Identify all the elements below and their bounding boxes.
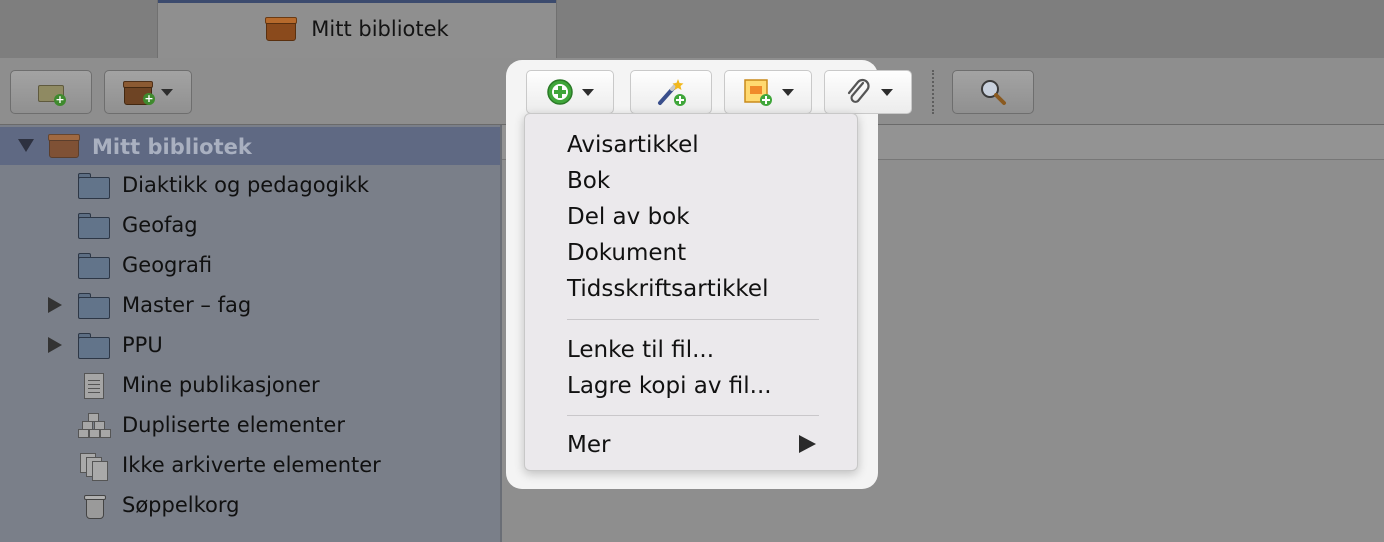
- duplicate-icon: [78, 413, 111, 439]
- paperclip-icon: [847, 78, 870, 103]
- menu-separator: [567, 415, 819, 416]
- sidebar-item-geografi[interactable]: Geografi: [0, 245, 500, 285]
- library-box-icon: [48, 134, 80, 158]
- trash-icon: [78, 493, 110, 519]
- sidebar-item-label: Geografi: [122, 253, 213, 277]
- new-library-button[interactable]: +: [104, 70, 192, 114]
- chevron-down-icon: [582, 88, 594, 96]
- sidebar-item-trash[interactable]: Søppelkorg: [0, 485, 500, 525]
- chevron-down-icon: [881, 88, 893, 96]
- folder-icon: [78, 173, 110, 199]
- new-collection-button[interactable]: +: [10, 70, 92, 114]
- new-item-menu: Avisartikkel Bok Del av bok Dokument Tid…: [524, 113, 858, 471]
- tab-label: Mitt bibliotek: [311, 17, 449, 41]
- disclosure-closed-icon[interactable]: [48, 337, 62, 353]
- add-by-identifier-button[interactable]: [630, 70, 712, 114]
- folder-icon: [78, 253, 110, 279]
- sidebar-item-label: Mine publikasjoner: [122, 373, 320, 397]
- tab-bar: Mitt bibliotek: [0, 0, 1384, 59]
- folder-icon: [78, 213, 110, 239]
- menu-item-bok[interactable]: Bok: [567, 166, 610, 196]
- advanced-search-button[interactable]: [952, 70, 1034, 114]
- new-library-icon: +: [123, 81, 155, 105]
- new-item-plus-icon: [547, 79, 573, 105]
- sidebar-item-my-publications[interactable]: Mine publikasjoner: [0, 365, 500, 405]
- sidebar-item-label: Geofag: [122, 213, 198, 237]
- sidebar-item-label: Dupliserte elementer: [122, 413, 345, 437]
- sidebar-item-my-library[interactable]: Mitt bibliotek: [0, 127, 500, 165]
- folder-icon: [78, 333, 110, 359]
- sidebar-item-unfiled[interactable]: Ikke arkiverte elementer: [0, 445, 500, 485]
- document-icon: [78, 373, 110, 399]
- new-collection-icon: +: [38, 82, 66, 106]
- collections-sidebar: Mitt bibliotek Diaktikk og pedagogikk Ge…: [0, 125, 502, 542]
- add-attachment-button[interactable]: [824, 70, 912, 114]
- sidebar-item-label: Søppelkorg: [122, 493, 240, 517]
- menu-item-more[interactable]: Mer: [567, 430, 610, 460]
- sidebar-item-diaktikk[interactable]: Diaktikk og pedagogikk: [0, 165, 500, 205]
- sidebar-item-label: Mitt bibliotek: [92, 135, 252, 159]
- magic-wand-icon: [658, 79, 686, 106]
- menu-item-tidsskriftsartikkel[interactable]: Tidsskriftsartikkel: [567, 274, 768, 304]
- sidebar-item-label: Diaktikk og pedagogikk: [122, 173, 370, 197]
- magnifier-icon: [981, 80, 1006, 105]
- new-item-button[interactable]: [526, 70, 614, 114]
- sidebar-item-label: PPU: [122, 333, 163, 357]
- sidebar-item-master-fag[interactable]: Master – fag: [0, 285, 500, 325]
- sidebar-item-ppu[interactable]: PPU: [0, 325, 500, 365]
- menu-item-store-copy-of-file[interactable]: Lagre kopi av fil...: [567, 371, 772, 401]
- chevron-down-icon: [161, 88, 173, 96]
- disclosure-open-icon[interactable]: [18, 139, 34, 152]
- chevron-down-icon: [782, 88, 794, 96]
- unfiled-icon: [78, 453, 110, 481]
- sidebar-item-duplicates[interactable]: Dupliserte elementer: [0, 405, 500, 445]
- sidebar-item-label: Ikke arkiverte elementer: [122, 453, 381, 477]
- menu-item-link-to-file[interactable]: Lenke til fil...: [567, 335, 714, 365]
- new-note-button[interactable]: [724, 70, 812, 114]
- menu-item-del-av-bok[interactable]: Del av bok: [567, 202, 690, 232]
- note-icon: [744, 79, 772, 106]
- tab-accent: [158, 0, 556, 3]
- folder-icon: [78, 293, 110, 319]
- disclosure-closed-icon[interactable]: [48, 297, 62, 313]
- sidebar-item-label: Master – fag: [122, 293, 252, 317]
- toolbar-separator: [932, 70, 934, 114]
- menu-separator: [567, 319, 819, 320]
- library-box-icon: [265, 17, 298, 41]
- tab-library[interactable]: Mitt bibliotek: [157, 0, 557, 58]
- sidebar-item-geofag[interactable]: Geofag: [0, 205, 500, 245]
- menu-item-avisartikkel[interactable]: Avisartikkel: [567, 130, 699, 160]
- submenu-arrow-icon: [799, 435, 816, 453]
- menu-item-dokument[interactable]: Dokument: [567, 238, 686, 268]
